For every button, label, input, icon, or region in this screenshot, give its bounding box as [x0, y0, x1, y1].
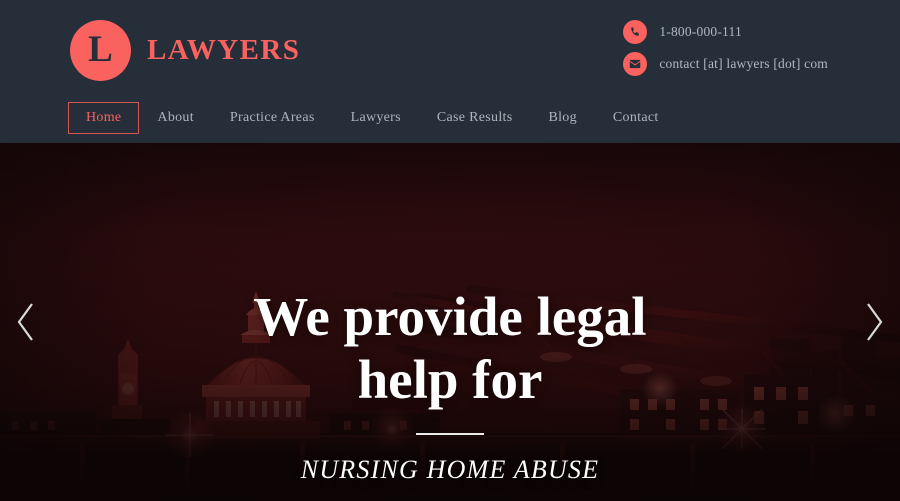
hero-title: We provide legal help for	[140, 286, 760, 411]
nav-item-about[interactable]: About	[139, 102, 212, 134]
site-header: L LAWYERS 1-800-000-111 contact [at] law…	[0, 0, 900, 143]
slider-next-arrow-icon[interactable]	[852, 285, 896, 359]
envelope-icon	[623, 52, 648, 76]
hero-slider: We provide legal help for NURSING HOME A…	[0, 143, 900, 501]
contact-phone[interactable]: 1-800-000-111	[623, 20, 742, 44]
slider-prev-arrow-icon[interactable]	[4, 285, 48, 359]
hero-divider	[416, 433, 484, 436]
nav-item-case-results[interactable]: Case Results	[419, 102, 531, 134]
hero-title-line-2: help for	[357, 348, 543, 410]
email-address: contact [at] lawyers [dot] com	[659, 56, 828, 71]
contact-email[interactable]: contact [at] lawyers [dot] com	[623, 52, 828, 76]
hero-title-line-1: We provide legal	[253, 286, 647, 347]
nav-item-home[interactable]: Home	[68, 102, 140, 135]
logo-letter: L	[88, 29, 113, 70]
contact-block: 1-800-000-111 contact [at] lawyers [dot]…	[623, 20, 828, 76]
brand-name: LAWYERS	[147, 34, 301, 66]
nav-item-contact[interactable]: Contact	[595, 102, 677, 134]
nav-item-blog[interactable]: Blog	[530, 102, 594, 134]
phone-icon	[623, 20, 648, 44]
hero-subtitle: NURSING HOME ABUSE	[300, 455, 600, 485]
nav-item-practice-areas[interactable]: Practice Areas	[212, 102, 333, 134]
phone-number: 1-800-000-111	[659, 24, 742, 39]
brand-logo[interactable]: L LAWYERS	[70, 20, 300, 81]
logo-badge-icon: L	[70, 20, 131, 81]
nav-item-lawyers[interactable]: Lawyers	[333, 102, 419, 134]
hero-content: We provide legal help for NURSING HOME A…	[0, 143, 900, 501]
main-navigation: Home About Practice Areas Lawyers Case R…	[68, 102, 677, 135]
